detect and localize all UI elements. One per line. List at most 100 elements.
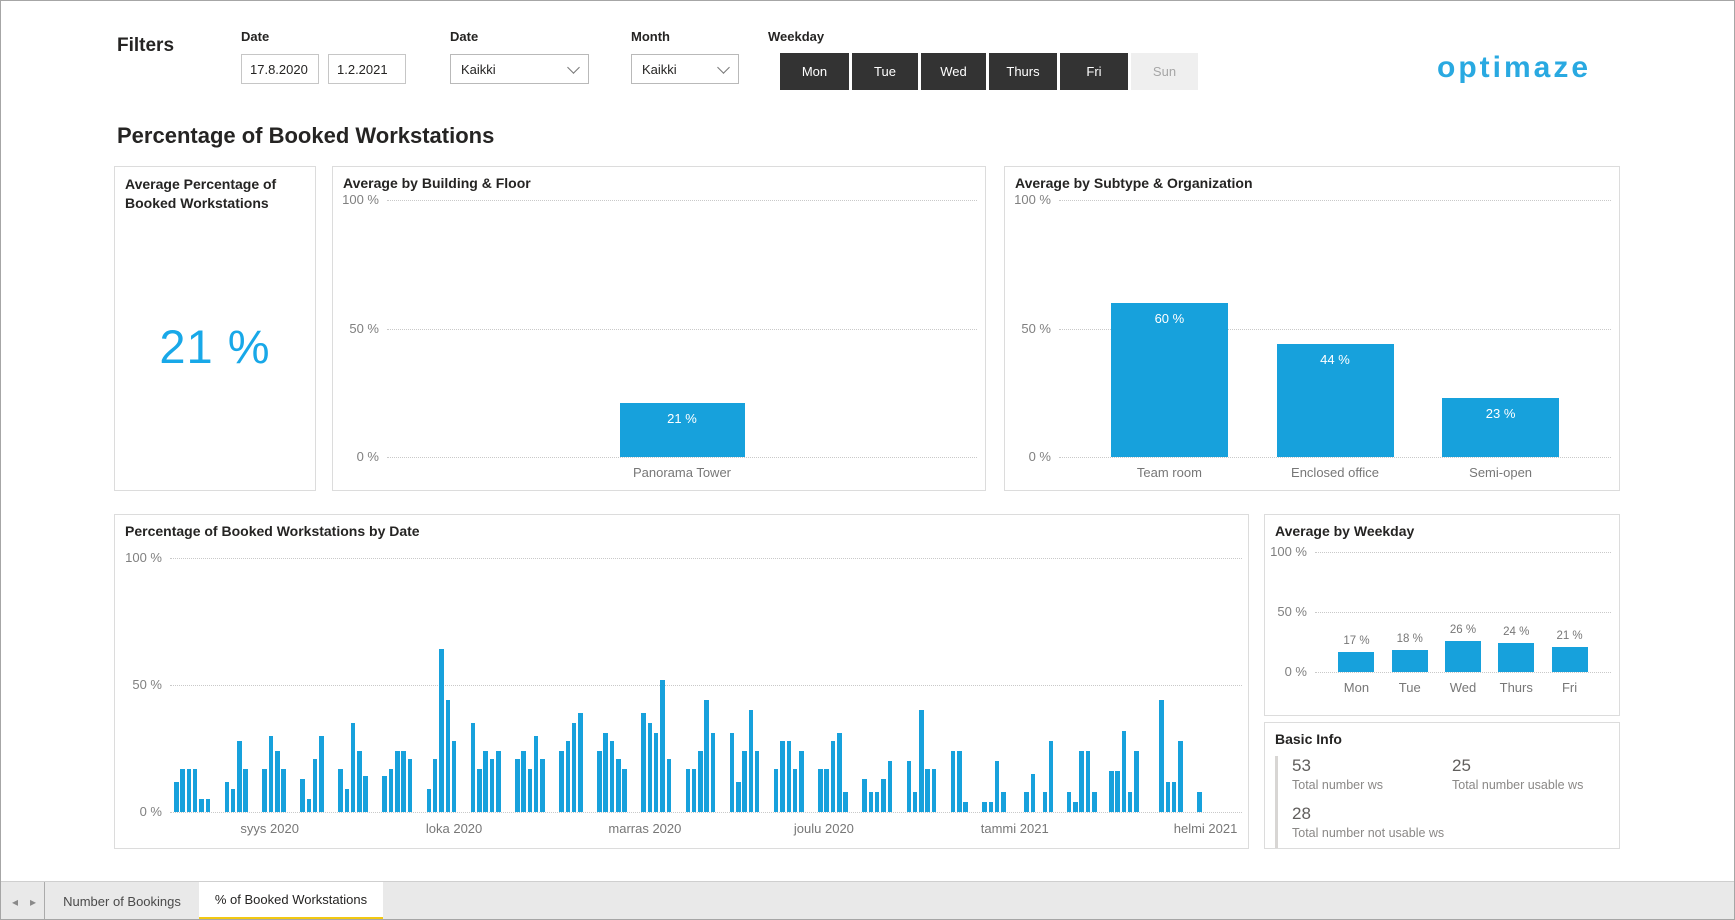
- bar-tue[interactable]: [1392, 650, 1428, 672]
- date-bar[interactable]: [862, 779, 867, 812]
- date-bar[interactable]: [919, 710, 924, 812]
- date-bar[interactable]: [1115, 771, 1120, 812]
- date-bar[interactable]: [401, 751, 406, 812]
- date-bar[interactable]: [989, 802, 994, 812]
- date-bar[interactable]: [831, 741, 836, 812]
- date-bar[interactable]: [1001, 792, 1006, 812]
- date-bar[interactable]: [951, 751, 956, 812]
- date-bar[interactable]: [824, 769, 829, 812]
- date-bar[interactable]: [206, 799, 211, 812]
- date-bar[interactable]: [433, 759, 438, 812]
- date-bar[interactable]: [799, 751, 804, 812]
- date-bar[interactable]: [231, 789, 236, 812]
- date-bar[interactable]: [528, 769, 533, 812]
- date-bar[interactable]: [925, 769, 930, 812]
- date-bar[interactable]: [427, 789, 432, 812]
- date-bar[interactable]: [262, 769, 267, 812]
- date-bar[interactable]: [686, 769, 691, 812]
- date-bar[interactable]: [875, 792, 880, 812]
- date-bar[interactable]: [477, 769, 482, 812]
- date-bar[interactable]: [888, 761, 893, 812]
- weekday-button-fri[interactable]: Fri: [1060, 53, 1128, 90]
- date-bar[interactable]: [742, 751, 747, 812]
- date-bar[interactable]: [1079, 751, 1084, 812]
- date-bar[interactable]: [1109, 771, 1114, 812]
- date-bar[interactable]: [622, 769, 627, 812]
- date-bar[interactable]: [1197, 792, 1202, 812]
- date-bar[interactable]: [243, 769, 248, 812]
- date-bar[interactable]: [932, 769, 937, 812]
- date-bar[interactable]: [818, 769, 823, 812]
- date-bar[interactable]: [667, 759, 672, 812]
- date-bar[interactable]: [1031, 774, 1036, 812]
- date-bar[interactable]: [269, 736, 274, 812]
- date-bar[interactable]: [345, 789, 350, 812]
- date-bar[interactable]: [225, 782, 230, 812]
- date-bar[interactable]: [1159, 700, 1164, 812]
- date-bar[interactable]: [559, 751, 564, 812]
- date-bar[interactable]: [641, 713, 646, 812]
- date-bar[interactable]: [408, 759, 413, 812]
- date-bar[interactable]: [913, 792, 918, 812]
- date-bar[interactable]: [1024, 792, 1029, 812]
- date-bar[interactable]: [174, 782, 179, 812]
- weekday-button-thurs[interactable]: Thurs: [989, 53, 1057, 90]
- date-bar[interactable]: [610, 741, 615, 812]
- date-bar[interactable]: [389, 769, 394, 812]
- bar-team-room[interactable]: [1111, 303, 1228, 457]
- date-bar[interactable]: [1172, 782, 1177, 812]
- date-bar[interactable]: [199, 799, 204, 812]
- date-bar[interactable]: [351, 723, 356, 812]
- date-bar[interactable]: [1166, 782, 1171, 812]
- date-bar[interactable]: [957, 751, 962, 812]
- date-bar[interactable]: [1049, 741, 1054, 812]
- date-bar[interactable]: [869, 792, 874, 812]
- date-bar[interactable]: [307, 799, 312, 812]
- date-bar[interactable]: [540, 759, 545, 812]
- bar-wed[interactable]: [1445, 641, 1481, 672]
- date-bar[interactable]: [736, 782, 741, 812]
- date-bar[interactable]: [180, 769, 185, 812]
- date-bar[interactable]: [1073, 802, 1078, 812]
- date-bar[interactable]: [496, 751, 501, 812]
- date-bar[interactable]: [616, 759, 621, 812]
- date-bar[interactable]: [382, 776, 387, 812]
- bar-mon[interactable]: [1338, 652, 1374, 672]
- date-from-input[interactable]: [241, 54, 319, 84]
- date-bar[interactable]: [566, 741, 571, 812]
- date-bar[interactable]: [490, 759, 495, 812]
- date-bar[interactable]: [1092, 792, 1097, 812]
- next-page-arrow-icon[interactable]: ▸: [25, 882, 41, 920]
- tab--of-booked-workstations[interactable]: % of Booked Workstations: [199, 882, 383, 920]
- date-bar[interactable]: [515, 759, 520, 812]
- date-bar[interactable]: [1134, 751, 1139, 812]
- date-bar[interactable]: [648, 723, 653, 812]
- date-bar[interactable]: [787, 741, 792, 812]
- date-bar[interactable]: [521, 751, 526, 812]
- date-bar[interactable]: [319, 736, 324, 812]
- date-bar[interactable]: [313, 759, 318, 812]
- date-bar[interactable]: [439, 649, 444, 812]
- prev-page-arrow-icon[interactable]: ◂: [7, 882, 23, 920]
- weekday-button-wed[interactable]: Wed: [921, 53, 986, 90]
- date-bar[interactable]: [1178, 741, 1183, 812]
- date-bar[interactable]: [774, 769, 779, 812]
- bar-thurs[interactable]: [1498, 643, 1534, 672]
- date-bar[interactable]: [780, 741, 785, 812]
- date-bar[interactable]: [698, 751, 703, 812]
- date-bar[interactable]: [907, 761, 912, 812]
- date-bar[interactable]: [578, 713, 583, 812]
- date-bar[interactable]: [660, 680, 665, 812]
- date-bar[interactable]: [281, 769, 286, 812]
- date-bar[interactable]: [471, 723, 476, 812]
- date-bar[interactable]: [749, 710, 754, 812]
- date-bar[interactable]: [300, 779, 305, 812]
- weekday-button-mon[interactable]: Mon: [780, 53, 849, 90]
- date-bar[interactable]: [1043, 792, 1048, 812]
- date-bar[interactable]: [1122, 731, 1127, 812]
- date-bar[interactable]: [692, 769, 697, 812]
- date-bar[interactable]: [338, 769, 343, 812]
- date-bar[interactable]: [483, 751, 488, 812]
- date-bar[interactable]: [534, 736, 539, 812]
- date-bar[interactable]: [237, 741, 242, 812]
